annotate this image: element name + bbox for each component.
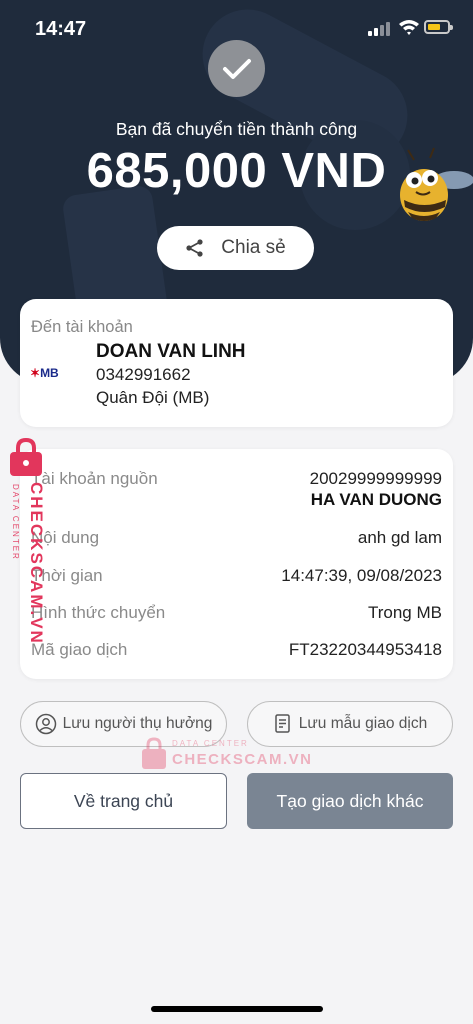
new-transaction-button[interactable]: Tạo giao dịch khác <box>247 773 453 829</box>
watermark-side: DATA CENTER CHECKSCAM.VN <box>4 436 54 646</box>
watermark-small-text: DATA CENTER <box>172 739 249 748</box>
user-circle-icon <box>35 713 56 735</box>
transaction-id-value: FT23220344953418 <box>288 640 442 659</box>
watermark-big-text: CHECKSCAM.VN <box>172 751 313 768</box>
watermark-small-text: DATA CENTER <box>11 484 20 561</box>
source-account-holder: HA VAN DUONG <box>310 490 442 509</box>
save-template-label: Lưu mẫu giao dịch <box>298 715 428 732</box>
bee-mascot-icon <box>400 147 473 221</box>
lock-icon <box>10 438 42 476</box>
mb-bank-logo-icon: ✶MB <box>30 366 59 380</box>
transfer-type-value: Trong MB <box>367 603 442 622</box>
battery-icon <box>424 20 453 34</box>
success-message: Bạn đã chuyển tiền thành công <box>115 119 358 139</box>
share-icon <box>186 239 203 257</box>
time-value: 14:47:39, 09/08/2023 <box>281 566 442 585</box>
success-check-icon <box>208 40 265 97</box>
lock-icon <box>142 737 166 769</box>
save-beneficiary-label: Lưu người thụ hưởng <box>62 715 213 732</box>
recipient-name: DOAN VAN LINH <box>96 341 246 362</box>
cellular-signal-icon <box>368 20 392 36</box>
home-button[interactable]: Về trang chủ <box>20 773 227 829</box>
home-indicator[interactable] <box>151 1006 323 1012</box>
source-account-number: 20029999999999 <box>309 469 442 488</box>
content-value: anh gd lam <box>357 528 442 547</box>
destination-card: Đến tài khoản ✶MB DOAN VAN LINH 03429916… <box>20 299 453 427</box>
status-time: 14:47 <box>35 18 87 40</box>
transaction-details-card: Tài khoản nguồn 20029999999999 HA VAN DU… <box>20 449 453 679</box>
destination-label: Đến tài khoản <box>31 318 133 336</box>
document-icon <box>275 714 290 733</box>
watermark-big-text: CHECKSCAM.VN <box>27 482 46 645</box>
share-button[interactable]: Chia sẻ <box>157 226 314 270</box>
share-label: Chia sẻ <box>221 237 286 258</box>
watermark-center: DATA CENTER CHECKSCAM.VN <box>140 735 313 775</box>
wifi-icon <box>399 20 419 35</box>
recipient-bank: Quân Đội (MB) <box>96 388 210 407</box>
recipient-account: 0342991662 <box>96 365 191 384</box>
